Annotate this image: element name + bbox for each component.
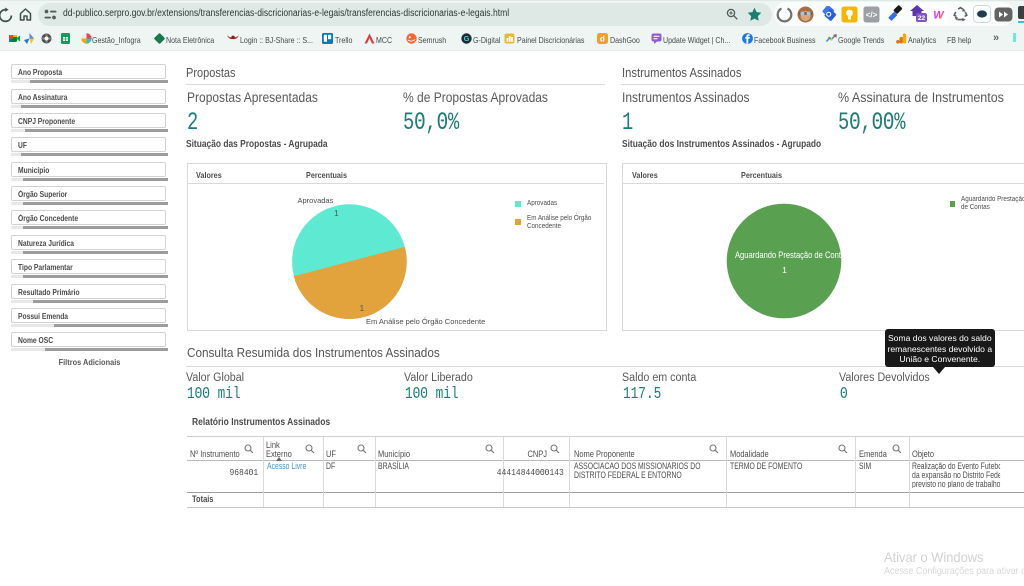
svg-text:G: G	[464, 34, 470, 43]
svg-text:d: d	[600, 35, 605, 44]
svg-text:</>: </>	[866, 11, 878, 20]
svg-text:22: 22	[918, 15, 926, 22]
